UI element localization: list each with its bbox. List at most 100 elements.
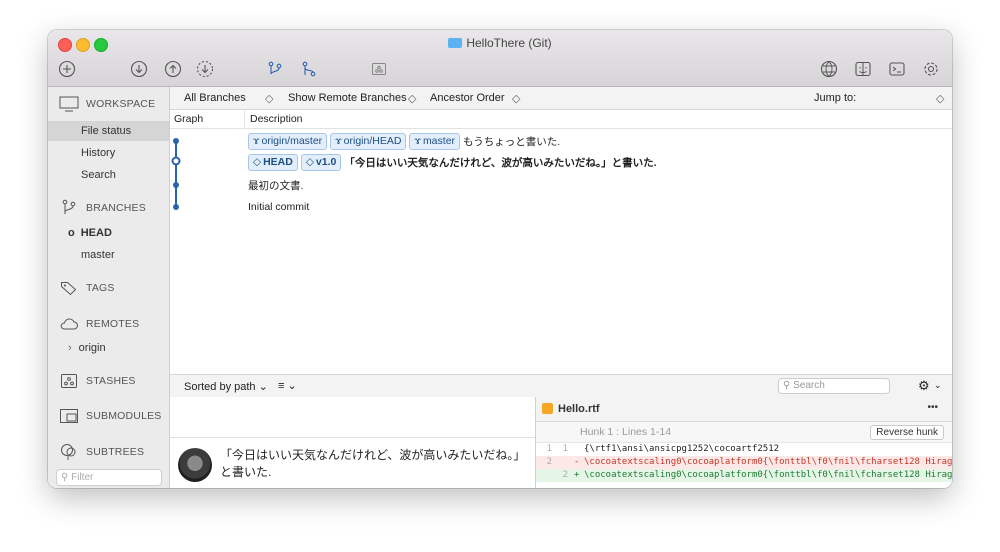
stash-button[interactable] — [368, 58, 390, 80]
remote-web-button[interactable] — [818, 58, 840, 80]
sidebar-section-tags[interactable]: TAGS — [48, 277, 169, 299]
file-rtf-icon — [542, 403, 553, 414]
sidebar-item-history[interactable]: History — [48, 143, 169, 163]
sidebar: WORKSPACE File status History Search BRA… — [48, 87, 170, 488]
branch-tag-origin-master[interactable]: ɤ origin/master — [248, 132, 328, 150]
jump-to-select[interactable]: Jump to: — [814, 92, 856, 104]
fetch-dashed-circle-icon — [196, 60, 214, 78]
commit-message: 「今日はいい天気なんだけれど、波が高いみたいだね。」と書いた. — [344, 156, 657, 169]
history-toolbar: All Branches ◇ Show Remote Branches ◇ An… — [170, 87, 952, 110]
order-select[interactable]: Ancestor Order — [430, 92, 505, 104]
tag-head[interactable]: ◇ HEAD — [248, 153, 298, 171]
tag-v1-0[interactable]: ◇ v1.0 — [300, 153, 342, 171]
branches-select[interactable]: All Branches — [184, 92, 246, 104]
sidebar-item-file-status[interactable]: File status — [48, 121, 169, 141]
stepper-icon[interactable]: ◇ — [265, 92, 273, 105]
commit-row[interactable]: Initial commit — [248, 198, 309, 216]
sidebar-item-label: File status — [81, 125, 132, 137]
diff-line-removed: 2- \cocoatextscaling0\cocoaplatform0{\fon… — [536, 456, 952, 469]
search-icon: ⚲ — [61, 472, 69, 483]
stash-icon — [61, 374, 77, 388]
commit-message: Initial commit — [248, 201, 310, 213]
stepper-icon[interactable]: ◇ — [408, 92, 416, 105]
diff-filename: Hello.rtf — [558, 403, 600, 415]
column-header: Graph Description — [170, 110, 952, 129]
more-options-icon[interactable]: ••• — [927, 402, 938, 413]
submodules-icon — [60, 409, 78, 423]
sidebar-item-master[interactable]: master — [48, 245, 169, 265]
sidebar-item-label: Search — [81, 169, 116, 181]
sidebar-item-origin[interactable]: › origin — [48, 338, 169, 358]
current-branch-marker: o — [68, 227, 75, 239]
reverse-hunk-button[interactable]: Reverse hunk — [870, 425, 944, 440]
window-title-text: HelloThere (Git) — [466, 36, 552, 50]
branch-icon: ɤ — [335, 135, 342, 147]
commit-message: もうちょっと書いた. — [463, 135, 561, 148]
graph-column-header[interactable]: Graph — [174, 113, 203, 125]
title-bar: HelloThere (Git) — [48, 30, 952, 87]
chevron-right-icon[interactable]: › — [68, 342, 72, 354]
push-button[interactable] — [162, 58, 184, 80]
sidebar-filter-input[interactable]: ⚲ Filter — [56, 469, 162, 486]
sidebar-item-search[interactable]: Search — [48, 165, 169, 185]
list-icon: ≡ — [278, 380, 285, 392]
pull-button[interactable] — [128, 58, 150, 80]
sidebar-item-label: History — [81, 147, 116, 159]
monitor-icon — [59, 96, 79, 112]
finder-icon — [855, 61, 871, 77]
arrow-up-circle-icon — [164, 60, 182, 78]
gear-icon — [924, 62, 938, 76]
chevron-down-icon[interactable]: ⌄ — [934, 380, 942, 391]
sort-select[interactable]: Sorted by path ⌄ — [184, 380, 268, 393]
merge-icon — [302, 61, 316, 77]
sidebar-section-submodules[interactable]: SUBMODULES — [48, 405, 169, 427]
arrow-down-circle-icon — [130, 60, 148, 78]
sidebar-section-subtrees[interactable]: SUBTREES — [48, 441, 169, 463]
sidebar-item-label: origin — [78, 342, 106, 354]
sidebar-section-workspace[interactable]: WORKSPACE — [48, 93, 169, 115]
commit-row[interactable]: ɤ origin/master ɤ origin/HEAD ɤ master もうちょ… — [248, 132, 560, 150]
plus-circle-icon — [58, 60, 76, 78]
commit-row[interactable]: ◇ HEAD ◇ v1.0 「今日はいい天気なんだけれど、波が高いみたいだね。」と書… — [248, 153, 657, 171]
head-commit-node — [171, 156, 181, 166]
graph-lines — [171, 138, 181, 210]
sidebar-section-label: BRANCHES — [86, 202, 146, 214]
sidebar-item-label: HEAD — [80, 227, 112, 239]
commit-row[interactable]: 最初の文書. — [248, 176, 303, 194]
sidebar-section-branches[interactable]: BRANCHES — [48, 197, 169, 219]
remote-branches-select[interactable]: Show Remote Branches — [288, 92, 407, 104]
stepper-icon[interactable]: ◇ — [936, 92, 944, 105]
sidebar-section-remotes[interactable]: REMOTES — [48, 313, 169, 335]
tag-icon: ◇ — [253, 156, 262, 168]
window-title: HelloThere (Git) — [48, 36, 952, 50]
commit-button[interactable] — [56, 58, 78, 80]
tag-icon — [61, 282, 77, 296]
merge-button[interactable] — [298, 58, 320, 80]
description-column-header[interactable]: Description — [250, 113, 303, 125]
stepper-icon[interactable]: ◇ — [512, 92, 520, 105]
terminal-button[interactable] — [886, 58, 908, 80]
branch-tag-origin-head[interactable]: ɤ origin/HEAD — [330, 132, 407, 150]
sidebar-item-label: master — [81, 249, 115, 261]
gear-icon[interactable]: ⚙ — [918, 378, 930, 394]
branch-tag-master[interactable]: ɤ master — [409, 132, 461, 150]
file-list-toolbar: Sorted by path ⌄ ≡ ⌄ ⚲ Search ⚙ ⌄ — [170, 374, 952, 398]
sidebar-section-label: TAGS — [86, 282, 115, 294]
search-input[interactable]: ⚲ Search — [778, 378, 890, 394]
commit-graph: ɤ origin/master ɤ origin/HEAD ɤ master もうちょ… — [170, 129, 952, 374]
show-in-finder-button[interactable] — [852, 58, 874, 80]
branch-icon — [268, 61, 282, 75]
diff-pane: Hello.rtf ••• Hunk 1 : Lines 1-14 Revers… — [536, 397, 952, 488]
diff-file-header: Hello.rtf ••• — [536, 397, 952, 422]
file-list-pane: 「今日はいい天気なんだけれど、波が高いみたいだね。」と書いた. — [170, 397, 536, 488]
fetch-button[interactable] — [194, 58, 216, 80]
commit-node — [173, 138, 179, 144]
view-mode-select[interactable]: ≡ ⌄ — [278, 379, 297, 392]
branch-icon: ɤ — [414, 135, 421, 147]
sidebar-section-stashes[interactable]: STASHES — [48, 370, 169, 392]
branch-button[interactable] — [264, 58, 286, 80]
settings-button[interactable] — [920, 58, 942, 80]
diff-line: 1 1 {\rtf1\ansi\ansicpg1252\cocoartf2512 — [546, 444, 780, 454]
hunk-header: Hunk 1 : Lines 1-14 Reverse hunk — [536, 422, 952, 443]
sidebar-item-head[interactable]: o HEAD — [48, 223, 169, 243]
